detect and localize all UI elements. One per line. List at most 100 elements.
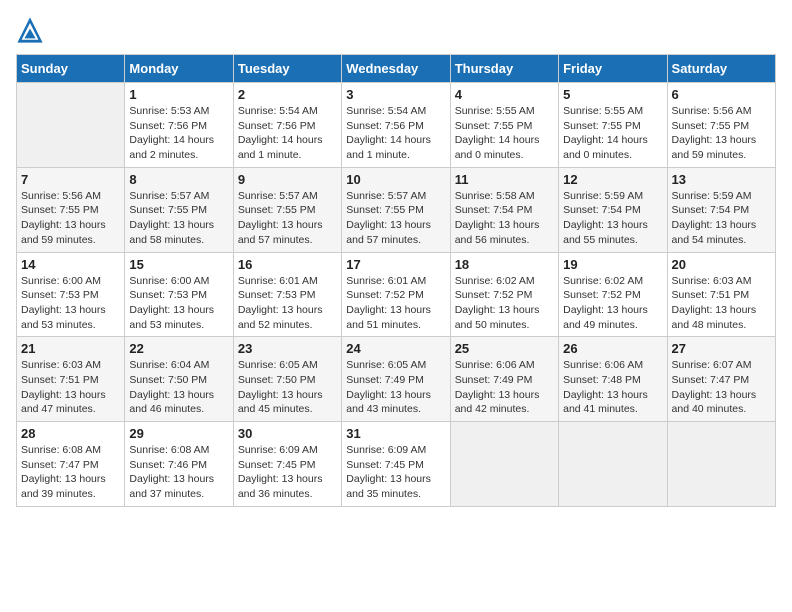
calendar-cell: 13Sunrise: 5:59 AMSunset: 7:54 PMDayligh…	[667, 167, 775, 252]
day-info: Sunrise: 6:08 AMSunset: 7:47 PMDaylight:…	[21, 443, 120, 502]
calendar-cell	[559, 422, 667, 507]
day-number: 24	[346, 341, 445, 356]
header-day-thursday: Thursday	[450, 55, 558, 83]
calendar-header: SundayMondayTuesdayWednesdayThursdayFrid…	[17, 55, 776, 83]
day-number: 2	[238, 87, 337, 102]
day-info: Sunrise: 5:57 AMSunset: 7:55 PMDaylight:…	[129, 189, 228, 248]
day-number: 16	[238, 257, 337, 272]
day-info: Sunrise: 6:07 AMSunset: 7:47 PMDaylight:…	[672, 358, 771, 417]
day-number: 15	[129, 257, 228, 272]
calendar-cell: 29 Sunrise: 6:08 AMSunset: 7:46 PMDayligh…	[125, 422, 233, 507]
day-info: Sunrise: 6:04 AMSunset: 7:50 PMDaylight:…	[129, 358, 228, 417]
calendar-cell: 26 Sunrise: 6:06 AMSunset: 7:48 PMDayligh…	[559, 337, 667, 422]
day-info: Sunrise: 6:00 AMSunset: 7:53 PMDaylight:…	[129, 274, 228, 333]
calendar-cell: 19 Sunrise: 6:02 AMSunset: 7:52 PMDayligh…	[559, 252, 667, 337]
day-number: 8	[129, 172, 228, 187]
day-number: 27	[672, 341, 771, 356]
header-day-tuesday: Tuesday	[233, 55, 341, 83]
page-header	[16, 16, 776, 44]
header-day-monday: Monday	[125, 55, 233, 83]
day-number: 26	[563, 341, 662, 356]
calendar-body: 1Sunrise: 5:53 AMSunset: 7:56 PMDaylight…	[17, 83, 776, 507]
calendar-week-3: 14 Sunrise: 6:00 AMSunset: 7:53 PMDayligh…	[17, 252, 776, 337]
calendar-cell: 7 Sunrise: 5:56 AMSunset: 7:55 PMDaylight…	[17, 167, 125, 252]
day-number: 7	[21, 172, 120, 187]
day-number: 10	[346, 172, 445, 187]
day-info: Sunrise: 6:05 AMSunset: 7:49 PMDaylight:…	[346, 358, 445, 417]
calendar-week-2: 7 Sunrise: 5:56 AMSunset: 7:55 PMDaylight…	[17, 167, 776, 252]
calendar-cell: 8 Sunrise: 5:57 AMSunset: 7:55 PMDaylight…	[125, 167, 233, 252]
day-number: 18	[455, 257, 554, 272]
calendar-cell: 3 Sunrise: 5:54 AMSunset: 7:56 PMDaylight…	[342, 83, 450, 168]
day-number: 20	[672, 257, 771, 272]
calendar-cell: 21Sunrise: 6:03 AMSunset: 7:51 PMDayligh…	[17, 337, 125, 422]
calendar-table: SundayMondayTuesdayWednesdayThursdayFrid…	[16, 54, 776, 507]
calendar-cell: 20 Sunrise: 6:03 AMSunset: 7:51 PMDayligh…	[667, 252, 775, 337]
day-number: 4	[455, 87, 554, 102]
day-number: 25	[455, 341, 554, 356]
day-info: Sunrise: 6:01 AMSunset: 7:53 PMDaylight:…	[238, 274, 337, 333]
day-number: 3	[346, 87, 445, 102]
day-info: Sunrise: 6:00 AMSunset: 7:53 PMDaylight:…	[21, 274, 120, 333]
logo	[16, 16, 48, 44]
header-row: SundayMondayTuesdayWednesdayThursdayFrid…	[17, 55, 776, 83]
calendar-cell: 14 Sunrise: 6:00 AMSunset: 7:53 PMDayligh…	[17, 252, 125, 337]
day-info: Sunrise: 5:59 AMSunset: 7:54 PMDaylight:…	[563, 189, 662, 248]
calendar-cell: 11 Sunrise: 5:58 AMSunset: 7:54 PMDayligh…	[450, 167, 558, 252]
day-number: 19	[563, 257, 662, 272]
calendar-cell	[450, 422, 558, 507]
day-info: Sunrise: 6:06 AMSunset: 7:48 PMDaylight:…	[563, 358, 662, 417]
day-number: 5	[563, 87, 662, 102]
day-number: 22	[129, 341, 228, 356]
day-info: Sunrise: 6:09 AMSunset: 7:45 PMDaylight:…	[238, 443, 337, 502]
day-info: Sunrise: 6:02 AMSunset: 7:52 PMDaylight:…	[455, 274, 554, 333]
calendar-cell: 12 Sunrise: 5:59 AMSunset: 7:54 PMDayligh…	[559, 167, 667, 252]
calendar-cell: 25 Sunrise: 6:06 AMSunset: 7:49 PMDayligh…	[450, 337, 558, 422]
day-info: Sunrise: 5:54 AMSunset: 7:56 PMDaylight:…	[346, 104, 445, 163]
calendar-cell	[17, 83, 125, 168]
day-number: 17	[346, 257, 445, 272]
calendar-cell: 16 Sunrise: 6:01 AMSunset: 7:53 PMDayligh…	[233, 252, 341, 337]
day-number: 28	[21, 426, 120, 441]
calendar-cell: 31Sunrise: 6:09 AMSunset: 7:45 PMDayligh…	[342, 422, 450, 507]
calendar-cell: 23 Sunrise: 6:05 AMSunset: 7:50 PMDayligh…	[233, 337, 341, 422]
calendar-cell: 27 Sunrise: 6:07 AMSunset: 7:47 PMDayligh…	[667, 337, 775, 422]
calendar-cell: 18 Sunrise: 6:02 AMSunset: 7:52 PMDayligh…	[450, 252, 558, 337]
header-day-sunday: Sunday	[17, 55, 125, 83]
day-info: Sunrise: 6:01 AMSunset: 7:52 PMDaylight:…	[346, 274, 445, 333]
calendar-week-5: 28 Sunrise: 6:08 AMSunset: 7:47 PMDayligh…	[17, 422, 776, 507]
calendar-cell: 6Sunrise: 5:56 AMSunset: 7:55 PMDaylight…	[667, 83, 775, 168]
day-info: Sunrise: 5:56 AMSunset: 7:55 PMDaylight:…	[21, 189, 120, 248]
calendar-cell: 9Sunrise: 5:57 AMSunset: 7:55 PMDaylight…	[233, 167, 341, 252]
calendar-week-1: 1Sunrise: 5:53 AMSunset: 7:56 PMDaylight…	[17, 83, 776, 168]
day-number: 9	[238, 172, 337, 187]
day-number: 29	[129, 426, 228, 441]
day-info: Sunrise: 6:06 AMSunset: 7:49 PMDaylight:…	[455, 358, 554, 417]
day-info: Sunrise: 5:59 AMSunset: 7:54 PMDaylight:…	[672, 189, 771, 248]
calendar-cell	[667, 422, 775, 507]
day-info: Sunrise: 6:08 AMSunset: 7:46 PMDaylight:…	[129, 443, 228, 502]
day-info: Sunrise: 5:55 AMSunset: 7:55 PMDaylight:…	[455, 104, 554, 163]
day-number: 23	[238, 341, 337, 356]
day-info: Sunrise: 5:57 AMSunset: 7:55 PMDaylight:…	[346, 189, 445, 248]
calendar-cell: 5Sunrise: 5:55 AMSunset: 7:55 PMDaylight…	[559, 83, 667, 168]
calendar-cell: 2 Sunrise: 5:54 AMSunset: 7:56 PMDaylight…	[233, 83, 341, 168]
day-number: 11	[455, 172, 554, 187]
day-number: 14	[21, 257, 120, 272]
day-info: Sunrise: 5:58 AMSunset: 7:54 PMDaylight:…	[455, 189, 554, 248]
day-info: Sunrise: 6:05 AMSunset: 7:50 PMDaylight:…	[238, 358, 337, 417]
calendar-cell: 30 Sunrise: 6:09 AMSunset: 7:45 PMDayligh…	[233, 422, 341, 507]
calendar-cell: 17 Sunrise: 6:01 AMSunset: 7:52 PMDayligh…	[342, 252, 450, 337]
calendar-cell: 22 Sunrise: 6:04 AMSunset: 7:50 PMDayligh…	[125, 337, 233, 422]
day-number: 30	[238, 426, 337, 441]
day-info: Sunrise: 5:53 AMSunset: 7:56 PMDaylight:…	[129, 104, 228, 163]
header-day-wednesday: Wednesday	[342, 55, 450, 83]
calendar-cell: 28 Sunrise: 6:08 AMSunset: 7:47 PMDayligh…	[17, 422, 125, 507]
day-info: Sunrise: 5:54 AMSunset: 7:56 PMDaylight:…	[238, 104, 337, 163]
calendar-cell: 1Sunrise: 5:53 AMSunset: 7:56 PMDaylight…	[125, 83, 233, 168]
day-info: Sunrise: 6:09 AMSunset: 7:45 PMDaylight:…	[346, 443, 445, 502]
day-number: 12	[563, 172, 662, 187]
calendar-week-4: 21Sunrise: 6:03 AMSunset: 7:51 PMDayligh…	[17, 337, 776, 422]
day-info: Sunrise: 6:03 AMSunset: 7:51 PMDaylight:…	[672, 274, 771, 333]
day-info: Sunrise: 6:02 AMSunset: 7:52 PMDaylight:…	[563, 274, 662, 333]
